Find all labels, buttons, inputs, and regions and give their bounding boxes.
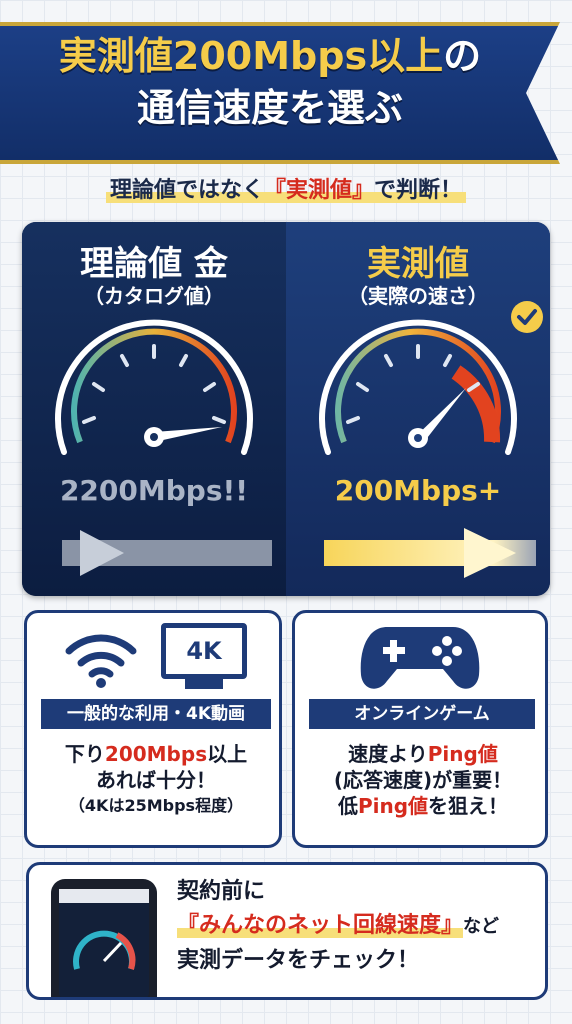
general-note: （4Kは25Mbps程度） [68, 796, 244, 815]
check-line2-highlight: 『みんなのネット回線速度』 [177, 913, 464, 938]
subtitle-prefix: 理論値ではなく [109, 178, 264, 203]
general-line1-suffix: 以上 [207, 742, 248, 766]
theoretical-title: 理論値 金 [80, 244, 228, 284]
general-line1-highlight: 200Mbps [104, 742, 208, 766]
subtitle-suffix: で判断！ [374, 178, 463, 203]
general-use-text: 下り200Mbps以上 あれば十分！ （4Kは25Mbps程度） [33, 741, 279, 819]
phone-gauge-icon [73, 930, 136, 970]
check-data-card: 契約前に 『みんなのネット回線速度』など 実測データをチェック！ [26, 862, 548, 1000]
measured-title: 実測値 [367, 244, 469, 284]
tv-stand [185, 679, 223, 689]
title-suffix: の [443, 34, 482, 78]
phone-screen [59, 889, 149, 997]
theoretical-column: 理論値 金 （カタログ値） 2200Mbps!! [22, 222, 286, 596]
tv-label: 4K [186, 637, 222, 665]
online-gaming-label: オンラインゲーム [309, 699, 535, 729]
check-line2-suffix: など [463, 916, 500, 937]
gaming-line2: (応答速度)が重要！ [333, 768, 513, 792]
comparison-panel: 理論値 金 （カタログ値） 2200Mbps!! 実測値 （実際の速さ） 200… [22, 222, 550, 596]
online-gaming-card: オンラインゲーム 速度よりPing値 (応答速度)が重要！ 低Ping値を狙え！ [292, 610, 548, 848]
speedometer-icon [319, 319, 517, 455]
phone-address-bar [59, 889, 149, 903]
general-use-label: 一般的な利用・4K動画 [41, 699, 271, 729]
check-data-text: 契約前に 『みんなのネット回線速度』など 実測データをチェック！ [177, 875, 547, 978]
theoretical-speed: 2200Mbps!! [59, 474, 249, 507]
gaming-line3-suffix: を狙え！ [428, 794, 509, 818]
wifi-icon [65, 634, 137, 688]
speedometer-icon [55, 319, 253, 455]
title-highlight: 実測値200Mbps以上 [58, 34, 444, 78]
online-gaming-text: 速度よりPing値 (応答速度)が重要！ 低Ping値を狙え！ [301, 741, 545, 819]
general-line2: あれば十分！ [96, 768, 216, 792]
general-line1-prefix: 下り [64, 742, 105, 766]
gaming-line1-highlight: Ping値 [427, 742, 498, 766]
smartphone-speedtest-icon [51, 879, 157, 997]
title-line2: 通信速度を選ぶ [136, 86, 403, 130]
gaming-line1-prefix: 速度より [348, 742, 428, 766]
check-line3: 実測データをチェック！ [177, 948, 420, 973]
gaming-line3-highlight: Ping値 [357, 794, 429, 818]
gamepad-icon [360, 627, 480, 689]
gaming-line3-prefix: 低 [337, 794, 358, 818]
check-line1: 契約前に [177, 879, 266, 904]
page-title: 実測値200Mbps以上の 通信速度を選ぶ [0, 30, 540, 134]
theoretical-subtitle: （カタログ値） [84, 284, 224, 308]
arrow-gray-icon [62, 530, 272, 576]
measured-column: 実測値 （実際の速さ） 200Mbps+ [286, 222, 550, 596]
subtitle-highlight: 『実測値』 [263, 178, 374, 203]
4k-tv-icon: 4K [161, 623, 247, 679]
arrow-gold-icon [324, 528, 536, 578]
subtitle: 理論値ではなく『実測値』で判断！ [0, 172, 572, 204]
measured-speed: 200Mbps+ [334, 474, 502, 507]
general-use-card: 4K 一般的な利用・4K動画 下り200Mbps以上 あれば十分！ （4Kは25… [24, 610, 282, 848]
